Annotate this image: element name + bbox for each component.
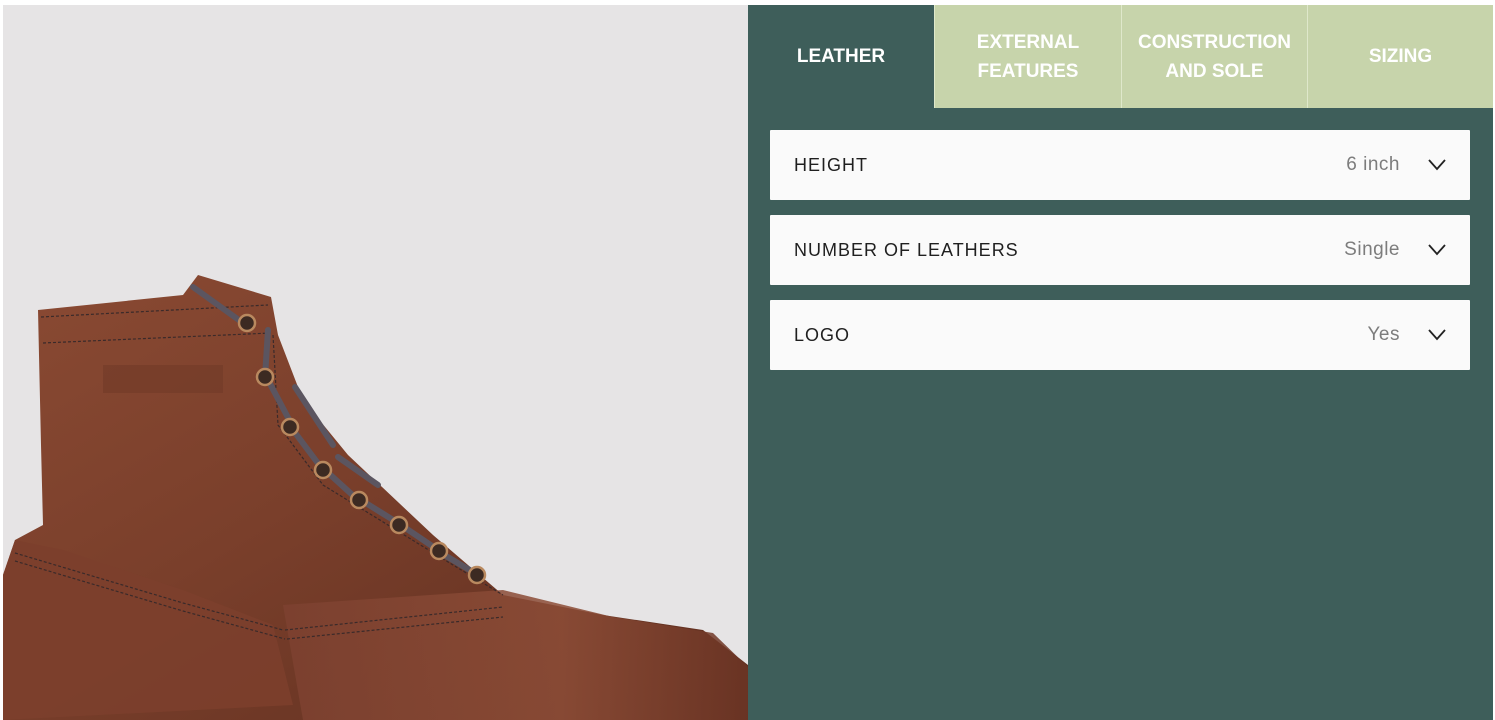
option-value: Yes [1367, 324, 1400, 345]
option-height[interactable]: HEIGHT 6 inch [770, 130, 1470, 200]
tab-label: CONSTRUCTION AND SOLE [1137, 31, 1292, 82]
option-label: HEIGHT [794, 154, 869, 175]
customization-panel: LEATHER EXTERNAL FEATURES CONSTRUCTION A… [748, 5, 1493, 720]
boot-configurator: LEATHER EXTERNAL FEATURES CONSTRUCTION A… [0, 0, 1495, 720]
option-logo[interactable]: LOGO Yes [770, 300, 1470, 370]
option-value: Single [1344, 239, 1400, 260]
tab-leather[interactable]: LEATHER [748, 5, 934, 108]
tab-sizing[interactable]: SIZING [1307, 5, 1493, 108]
option-number-of-leathers[interactable]: NUMBER OF LEATHERS Single [770, 215, 1470, 285]
option-label: NUMBER OF LEATHERS [794, 239, 1019, 260]
chevron-down-icon[interactable] [1428, 159, 1446, 171]
tab-label: EXTERNAL FEATURES [976, 31, 1080, 82]
boot-image [3, 275, 748, 720]
product-viewer[interactable] [3, 5, 748, 720]
tab-label: SIZING [1368, 46, 1433, 67]
option-label: LOGO [794, 324, 851, 345]
option-list: HEIGHT 6 inch NUMBER OF LEATHERS Single … [770, 130, 1470, 385]
tab-construction-and-sole[interactable]: CONSTRUCTION AND SOLE [1121, 5, 1307, 108]
chevron-down-icon[interactable] [1428, 244, 1446, 256]
tab-label: LEATHER [796, 46, 886, 67]
tab-bar: LEATHER EXTERNAL FEATURES CONSTRUCTION A… [748, 5, 1493, 108]
option-value: 6 inch [1346, 154, 1400, 175]
tab-external-features[interactable]: EXTERNAL FEATURES [934, 5, 1121, 108]
chevron-down-icon[interactable] [1428, 329, 1446, 341]
